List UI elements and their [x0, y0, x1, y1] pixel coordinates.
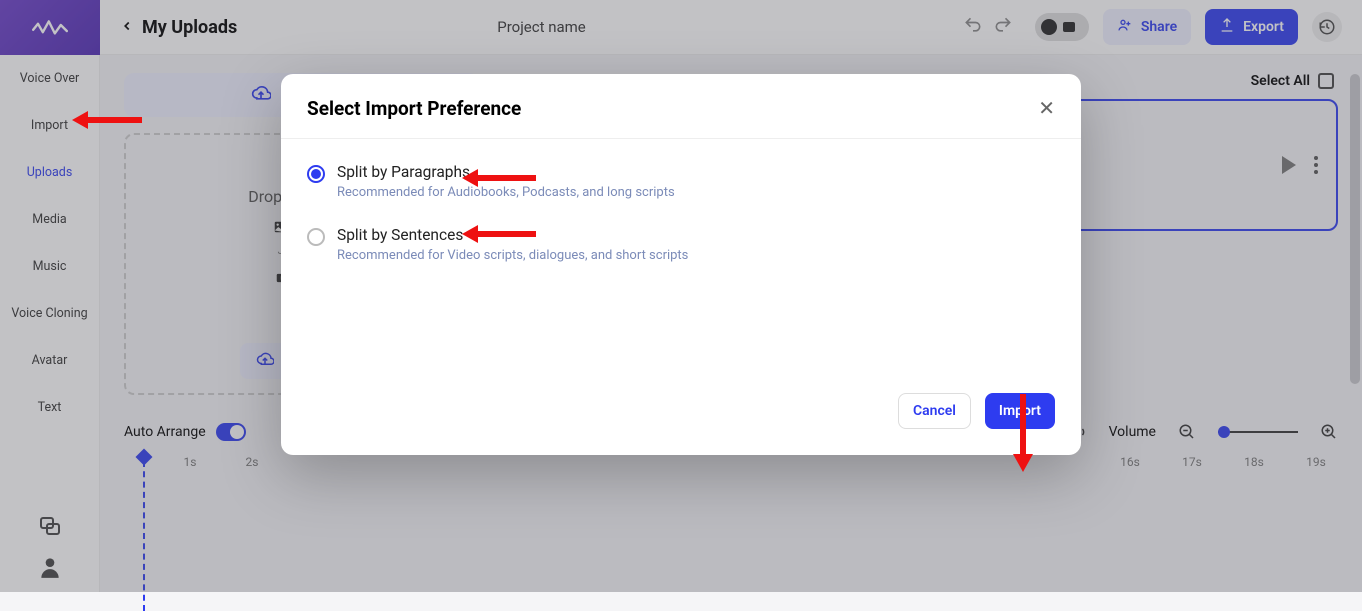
option-split-paragraphs[interactable]: Split by Paragraphs Recommended for Audi…: [307, 163, 1055, 200]
radio-sentences[interactable]: [307, 228, 325, 246]
close-icon[interactable]: ✕: [1038, 96, 1055, 120]
option-title: Split by Paragraphs: [337, 163, 675, 181]
cancel-button[interactable]: Cancel: [898, 393, 971, 429]
modal-overlay: Select Import Preference ✕ Split by Para…: [0, 0, 1362, 592]
option-desc: Recommended for Audiobooks, Podcasts, an…: [337, 185, 675, 200]
radio-paragraphs[interactable]: [307, 165, 325, 183]
option-title: Split by Sentences: [337, 226, 688, 244]
import-preference-modal: Select Import Preference ✕ Split by Para…: [281, 74, 1081, 455]
option-desc: Recommended for Video scripts, dialogues…: [337, 248, 688, 263]
modal-title: Select Import Preference: [307, 97, 521, 120]
import-button[interactable]: Import: [985, 393, 1055, 429]
option-split-sentences[interactable]: Split by Sentences Recommended for Video…: [307, 226, 1055, 263]
